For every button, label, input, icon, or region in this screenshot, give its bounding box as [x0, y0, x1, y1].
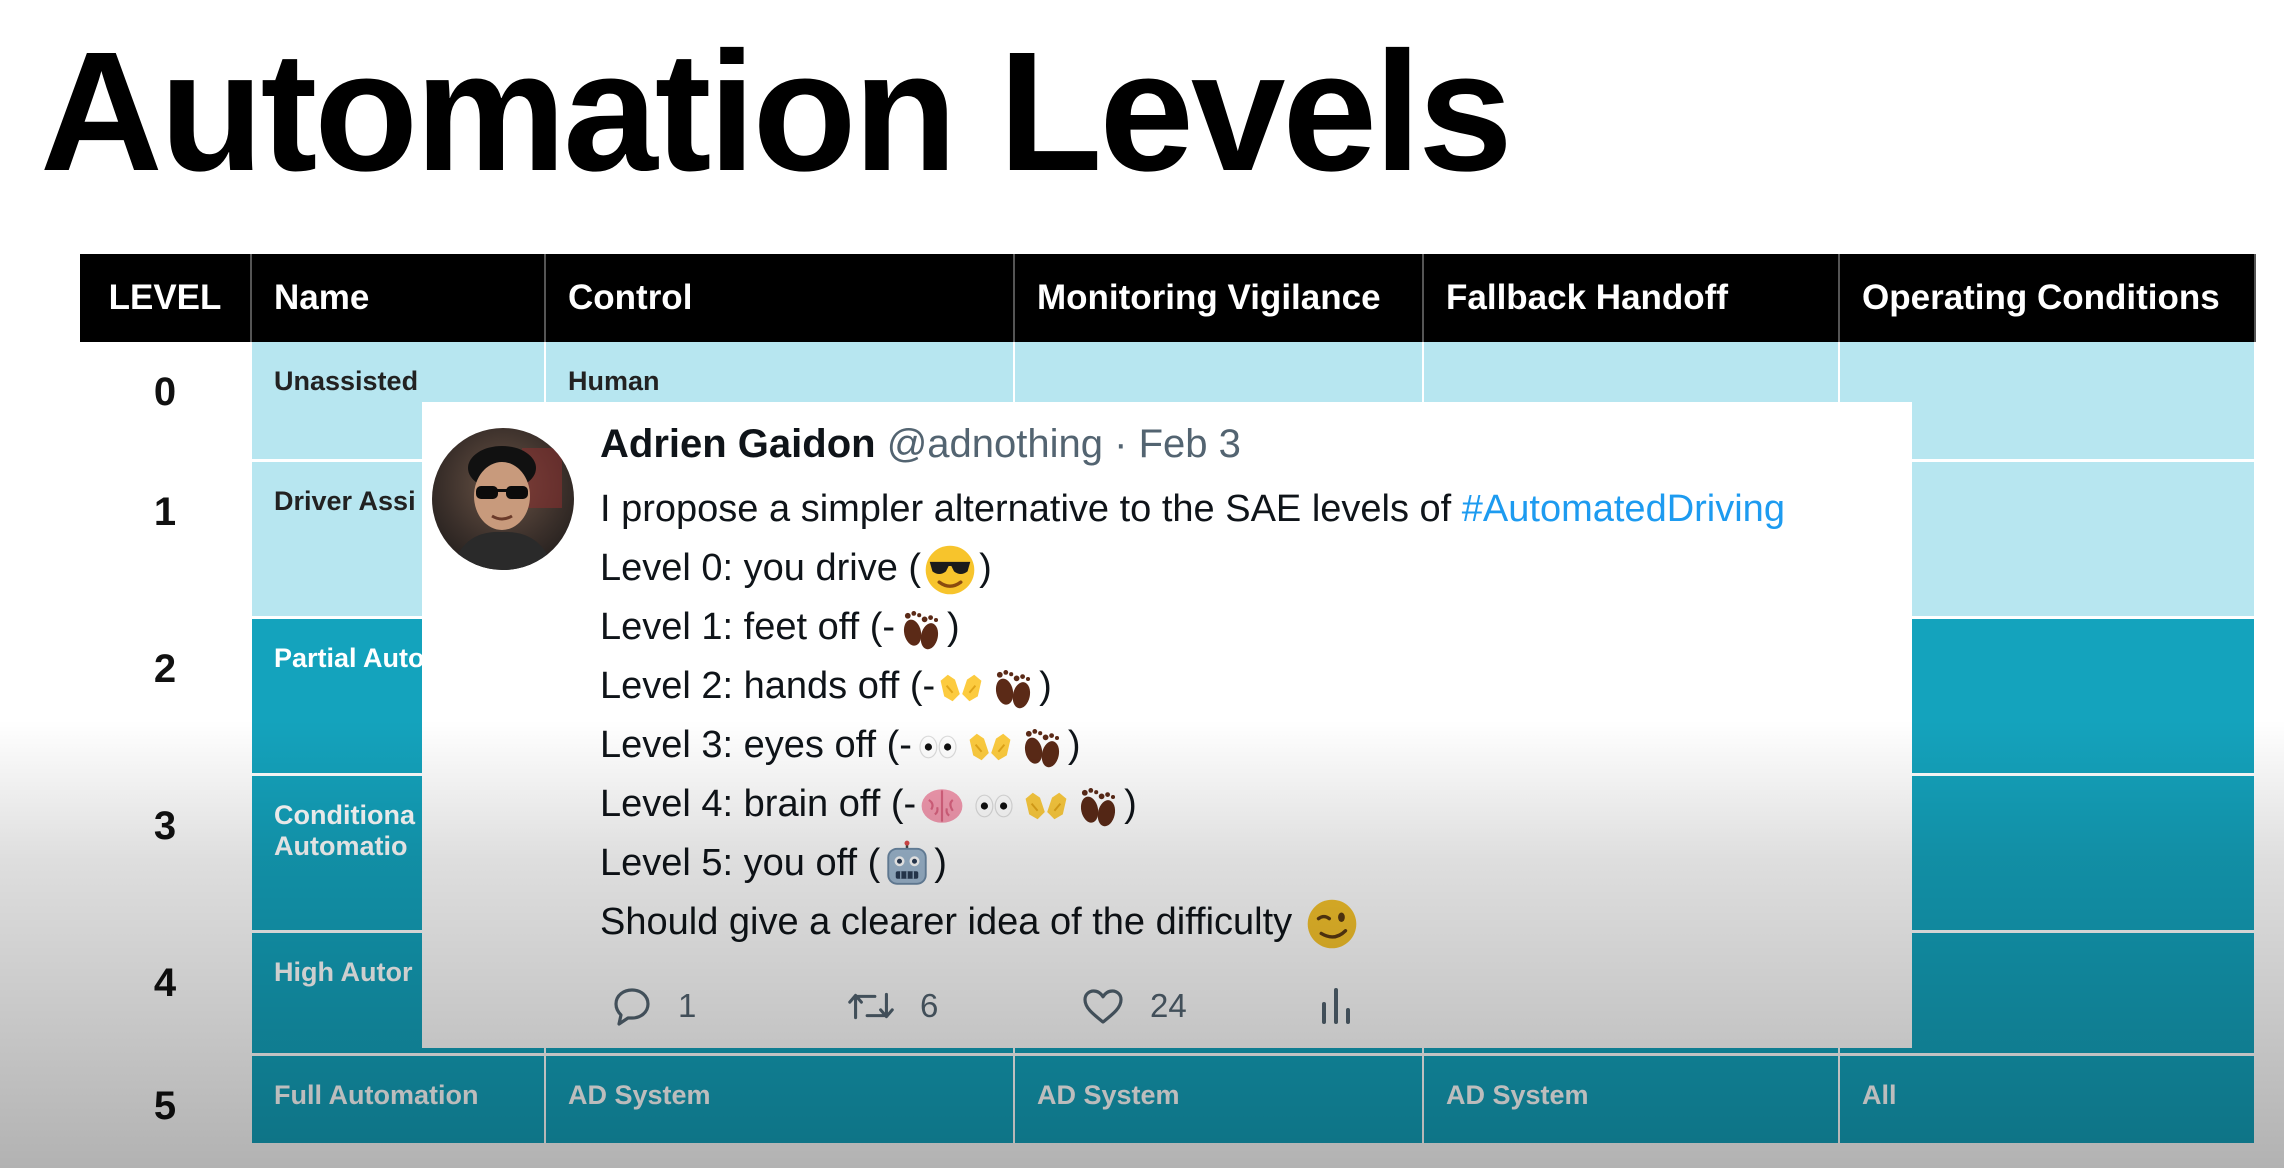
level-cell: 1	[80, 460, 252, 619]
footprints-icon	[1074, 782, 1122, 830]
closing-paren: )	[1039, 665, 1052, 707]
level-1-text: Level 1: feet off (-	[600, 606, 896, 648]
tweet-line-level-2: Level 2: hands off (-)	[600, 657, 1785, 716]
monitoring-cell: AD System	[1014, 1054, 1424, 1146]
level-cell: 4	[80, 931, 252, 1056]
column-header-level: LEVEL	[80, 254, 252, 342]
column-header-conditions: Operating Conditions	[1839, 254, 2256, 342]
table-row: 5 Full Automation AD System AD System AD…	[80, 1054, 2256, 1146]
level-cell: 5	[80, 1054, 252, 1146]
fallback-cell: AD System	[1423, 1054, 1840, 1146]
tweet-line-level-1: Level 1: feet off (-)	[600, 598, 1785, 657]
level-2-text: Level 2: hands off (-	[600, 665, 936, 707]
level-5-text: Level 5: you off (	[600, 842, 881, 884]
tweet-line-level-5: Level 5: you off ()	[600, 834, 1785, 893]
retweet-icon	[848, 992, 894, 1020]
avatar[interactable]	[432, 428, 574, 570]
retweet-button[interactable]: 6	[844, 982, 938, 1030]
closing-paren: )	[1067, 724, 1081, 766]
author-name[interactable]: Adrien Gaidon	[600, 422, 876, 466]
column-header-name: Name	[251, 254, 546, 342]
like-count: 24	[1150, 987, 1187, 1024]
footprints-icon	[897, 605, 945, 653]
avatar-portrait	[452, 446, 562, 570]
reply-count: 1	[678, 987, 697, 1024]
column-header-monitoring: Monitoring Vigilance	[1014, 254, 1424, 342]
slide-title: Automation Levels	[40, 17, 1513, 207]
tweet-line-footer: Should give a clearer idea of the diffic…	[600, 893, 1785, 952]
tweet-line-level-0: Level 0: you drive ()	[600, 539, 1785, 598]
footer-text: Should give a clearer idea of the diffic…	[600, 901, 1293, 943]
closing-paren: )	[1124, 783, 1137, 825]
name-cell: Full Automation	[251, 1054, 546, 1146]
brain-icon	[918, 782, 966, 830]
level-cell: 0	[80, 342, 252, 462]
author-handle[interactable]: @adnothing	[887, 422, 1103, 466]
eyes-icon	[970, 782, 1018, 830]
column-header-fallback: Fallback Handoff	[1423, 254, 1840, 342]
tweet-line-level-3: Level 3: eyes off (-)	[600, 716, 1785, 775]
level-cell: 3	[80, 774, 252, 933]
closing-paren: )	[979, 547, 992, 589]
tweet-header: Adrien Gaidon @adnothing · Feb 3	[600, 422, 1241, 467]
like-button[interactable]: 24	[1078, 982, 1187, 1030]
level-4-text: Level 4: brain off (-	[600, 783, 917, 825]
retweet-count: 6	[920, 987, 939, 1024]
analytics-icon	[1322, 988, 1350, 1024]
column-header-control: Control	[545, 254, 1015, 342]
level-cell: 2	[80, 617, 252, 776]
reply-icon	[614, 988, 650, 1026]
reply-button[interactable]: 1	[608, 982, 696, 1030]
open-hands-icon	[966, 723, 1014, 771]
closing-paren: )	[947, 606, 960, 648]
winking-face-icon	[1305, 897, 1359, 951]
table-header-row: LEVEL Name Control Monitoring Vigilance …	[80, 254, 2256, 342]
sunglasses-face-icon	[923, 543, 977, 597]
eyes-icon	[914, 723, 962, 771]
open-hands-icon	[937, 664, 985, 712]
analytics-button[interactable]	[1318, 982, 1354, 1030]
like-icon	[1083, 989, 1123, 1024]
meta-separator: ·	[1114, 422, 1128, 466]
level-0-text: Level 0: you drive (	[600, 547, 922, 589]
tweet-line-intro: I propose a simpler alternative to the S…	[600, 480, 1785, 539]
tweet-text: I propose a simpler alternative to the S…	[600, 480, 1785, 952]
control-cell: AD System	[545, 1054, 1015, 1146]
footprints-icon	[989, 664, 1037, 712]
tweet-date[interactable]: Feb 3	[1139, 422, 1241, 466]
tweet-line-level-4: Level 4: brain off (-)	[600, 775, 1785, 834]
robot-face-icon	[882, 840, 932, 890]
footprints-icon	[1018, 723, 1066, 771]
hashtag-link[interactable]: #AutomatedDriving	[1462, 488, 1785, 530]
tweet-card[interactable]: Adrien Gaidon @adnothing · Feb 3 I propo…	[422, 402, 1912, 1048]
closing-paren: )	[934, 842, 947, 884]
conditions-cell: All	[1839, 1054, 2256, 1146]
intro-text: I propose a simpler alternative to the S…	[600, 488, 1462, 530]
open-hands-icon	[1022, 782, 1070, 830]
level-3-text: Level 3: eyes off (-	[600, 724, 912, 766]
